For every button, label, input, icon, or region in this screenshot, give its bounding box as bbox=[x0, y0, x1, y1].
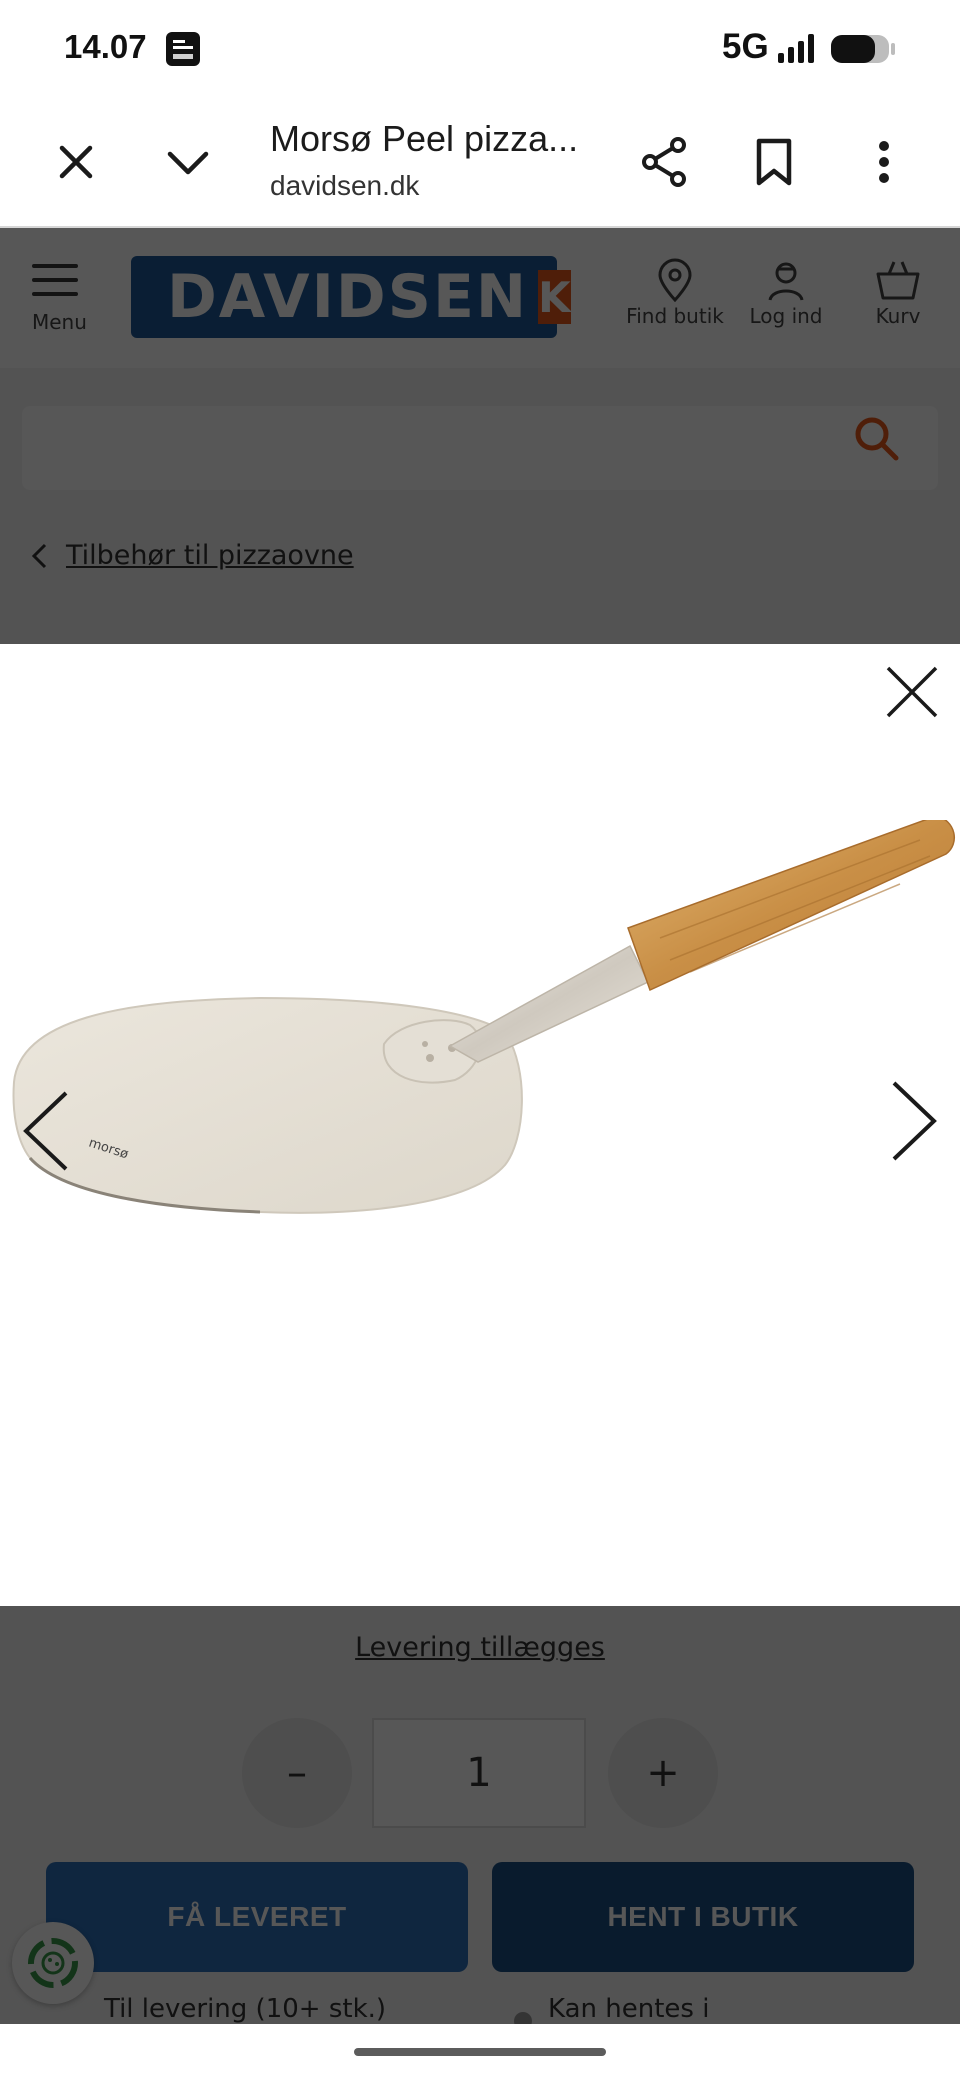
close-tab-button[interactable] bbox=[50, 136, 102, 188]
increase-quantity-button[interactable]: + bbox=[608, 1718, 718, 1828]
cookie-icon bbox=[28, 1938, 78, 1988]
deliver-button[interactable]: FÅ LEVERET bbox=[46, 1862, 468, 1972]
home-gesture-bar[interactable] bbox=[354, 2048, 606, 2056]
status-time: 14.07 bbox=[64, 28, 147, 65]
quantity-stepper: – 1 + bbox=[0, 1718, 960, 1828]
breadcrumb-link[interactable]: Tilbehør til pizzaovne bbox=[66, 540, 354, 571]
next-image-button[interactable] bbox=[886, 1074, 942, 1168]
delivery-fee-link[interactable]: Levering tillægges bbox=[0, 1632, 960, 1663]
browser-toolbar: Morsø Peel pizza... davidsen.dk bbox=[0, 96, 960, 228]
menu-label: Menu bbox=[32, 310, 87, 334]
search-bar bbox=[22, 406, 938, 490]
delivery-availability: Til levering (10+ stk.) bbox=[104, 1994, 387, 2024]
previous-image-button[interactable] bbox=[18, 1084, 74, 1178]
close-icon bbox=[59, 145, 93, 179]
more-vertical-icon bbox=[879, 141, 889, 183]
product-image[interactable]: morsø bbox=[0, 820, 960, 1380]
location-pin-icon bbox=[658, 258, 692, 302]
breadcrumb: Tilbehør til pizzaovne bbox=[30, 540, 354, 571]
pickup-availability: Kan hentes i bbox=[548, 1994, 710, 2024]
network-type: 5G bbox=[722, 27, 769, 66]
bookmark-icon bbox=[756, 138, 792, 186]
davidsen-logo[interactable]: DAVIDSEN K bbox=[131, 256, 571, 338]
page-title: Morsø Peel pizza... bbox=[270, 118, 579, 159]
login-button[interactable]: Log ind bbox=[736, 258, 836, 328]
chevron-down-icon bbox=[167, 151, 209, 175]
notification-app-icon bbox=[166, 32, 200, 66]
user-icon bbox=[768, 262, 804, 301]
close-icon bbox=[886, 666, 938, 718]
quantity-value[interactable]: 1 bbox=[372, 1718, 586, 1828]
close-lightbox-button[interactable] bbox=[884, 664, 940, 720]
logo-text: DAVIDSEN bbox=[167, 262, 529, 332]
minimize-button[interactable] bbox=[160, 136, 216, 188]
more-options-button[interactable] bbox=[860, 136, 908, 188]
logo-mark: K bbox=[538, 270, 571, 324]
share-icon bbox=[642, 137, 686, 187]
search-icon[interactable] bbox=[852, 414, 900, 462]
share-button[interactable] bbox=[636, 134, 692, 190]
find-store-label: Find butik bbox=[626, 304, 724, 328]
find-store-button[interactable]: Find butik bbox=[625, 258, 725, 328]
decrease-quantity-button[interactable]: – bbox=[242, 1718, 352, 1828]
page-domain: davidsen.dk bbox=[270, 170, 420, 201]
site-header: Menu DAVIDSEN K Find butik Log ind Kurv bbox=[0, 228, 960, 368]
search-input[interactable] bbox=[22, 406, 842, 490]
chevron-left-icon bbox=[31, 543, 47, 568]
cart-button[interactable]: Kurv bbox=[848, 258, 948, 328]
login-label: Log ind bbox=[749, 304, 823, 328]
chevron-left-icon bbox=[23, 1091, 68, 1171]
cart-icon bbox=[876, 261, 920, 300]
cart-label: Kurv bbox=[875, 304, 921, 328]
status-bar: 14.07 5G bbox=[0, 0, 960, 96]
chevron-right-icon bbox=[892, 1081, 937, 1161]
bookmark-button[interactable] bbox=[748, 134, 800, 190]
battery-icon bbox=[831, 35, 895, 63]
pickup-button[interactable]: HENT I BUTIK bbox=[492, 1862, 914, 1972]
signal-icon bbox=[778, 34, 814, 63]
cookie-settings-button[interactable] bbox=[12, 1922, 94, 2004]
screen: 14.07 5G Morsø Peel pizza... davidsen.dk bbox=[0, 0, 960, 2080]
